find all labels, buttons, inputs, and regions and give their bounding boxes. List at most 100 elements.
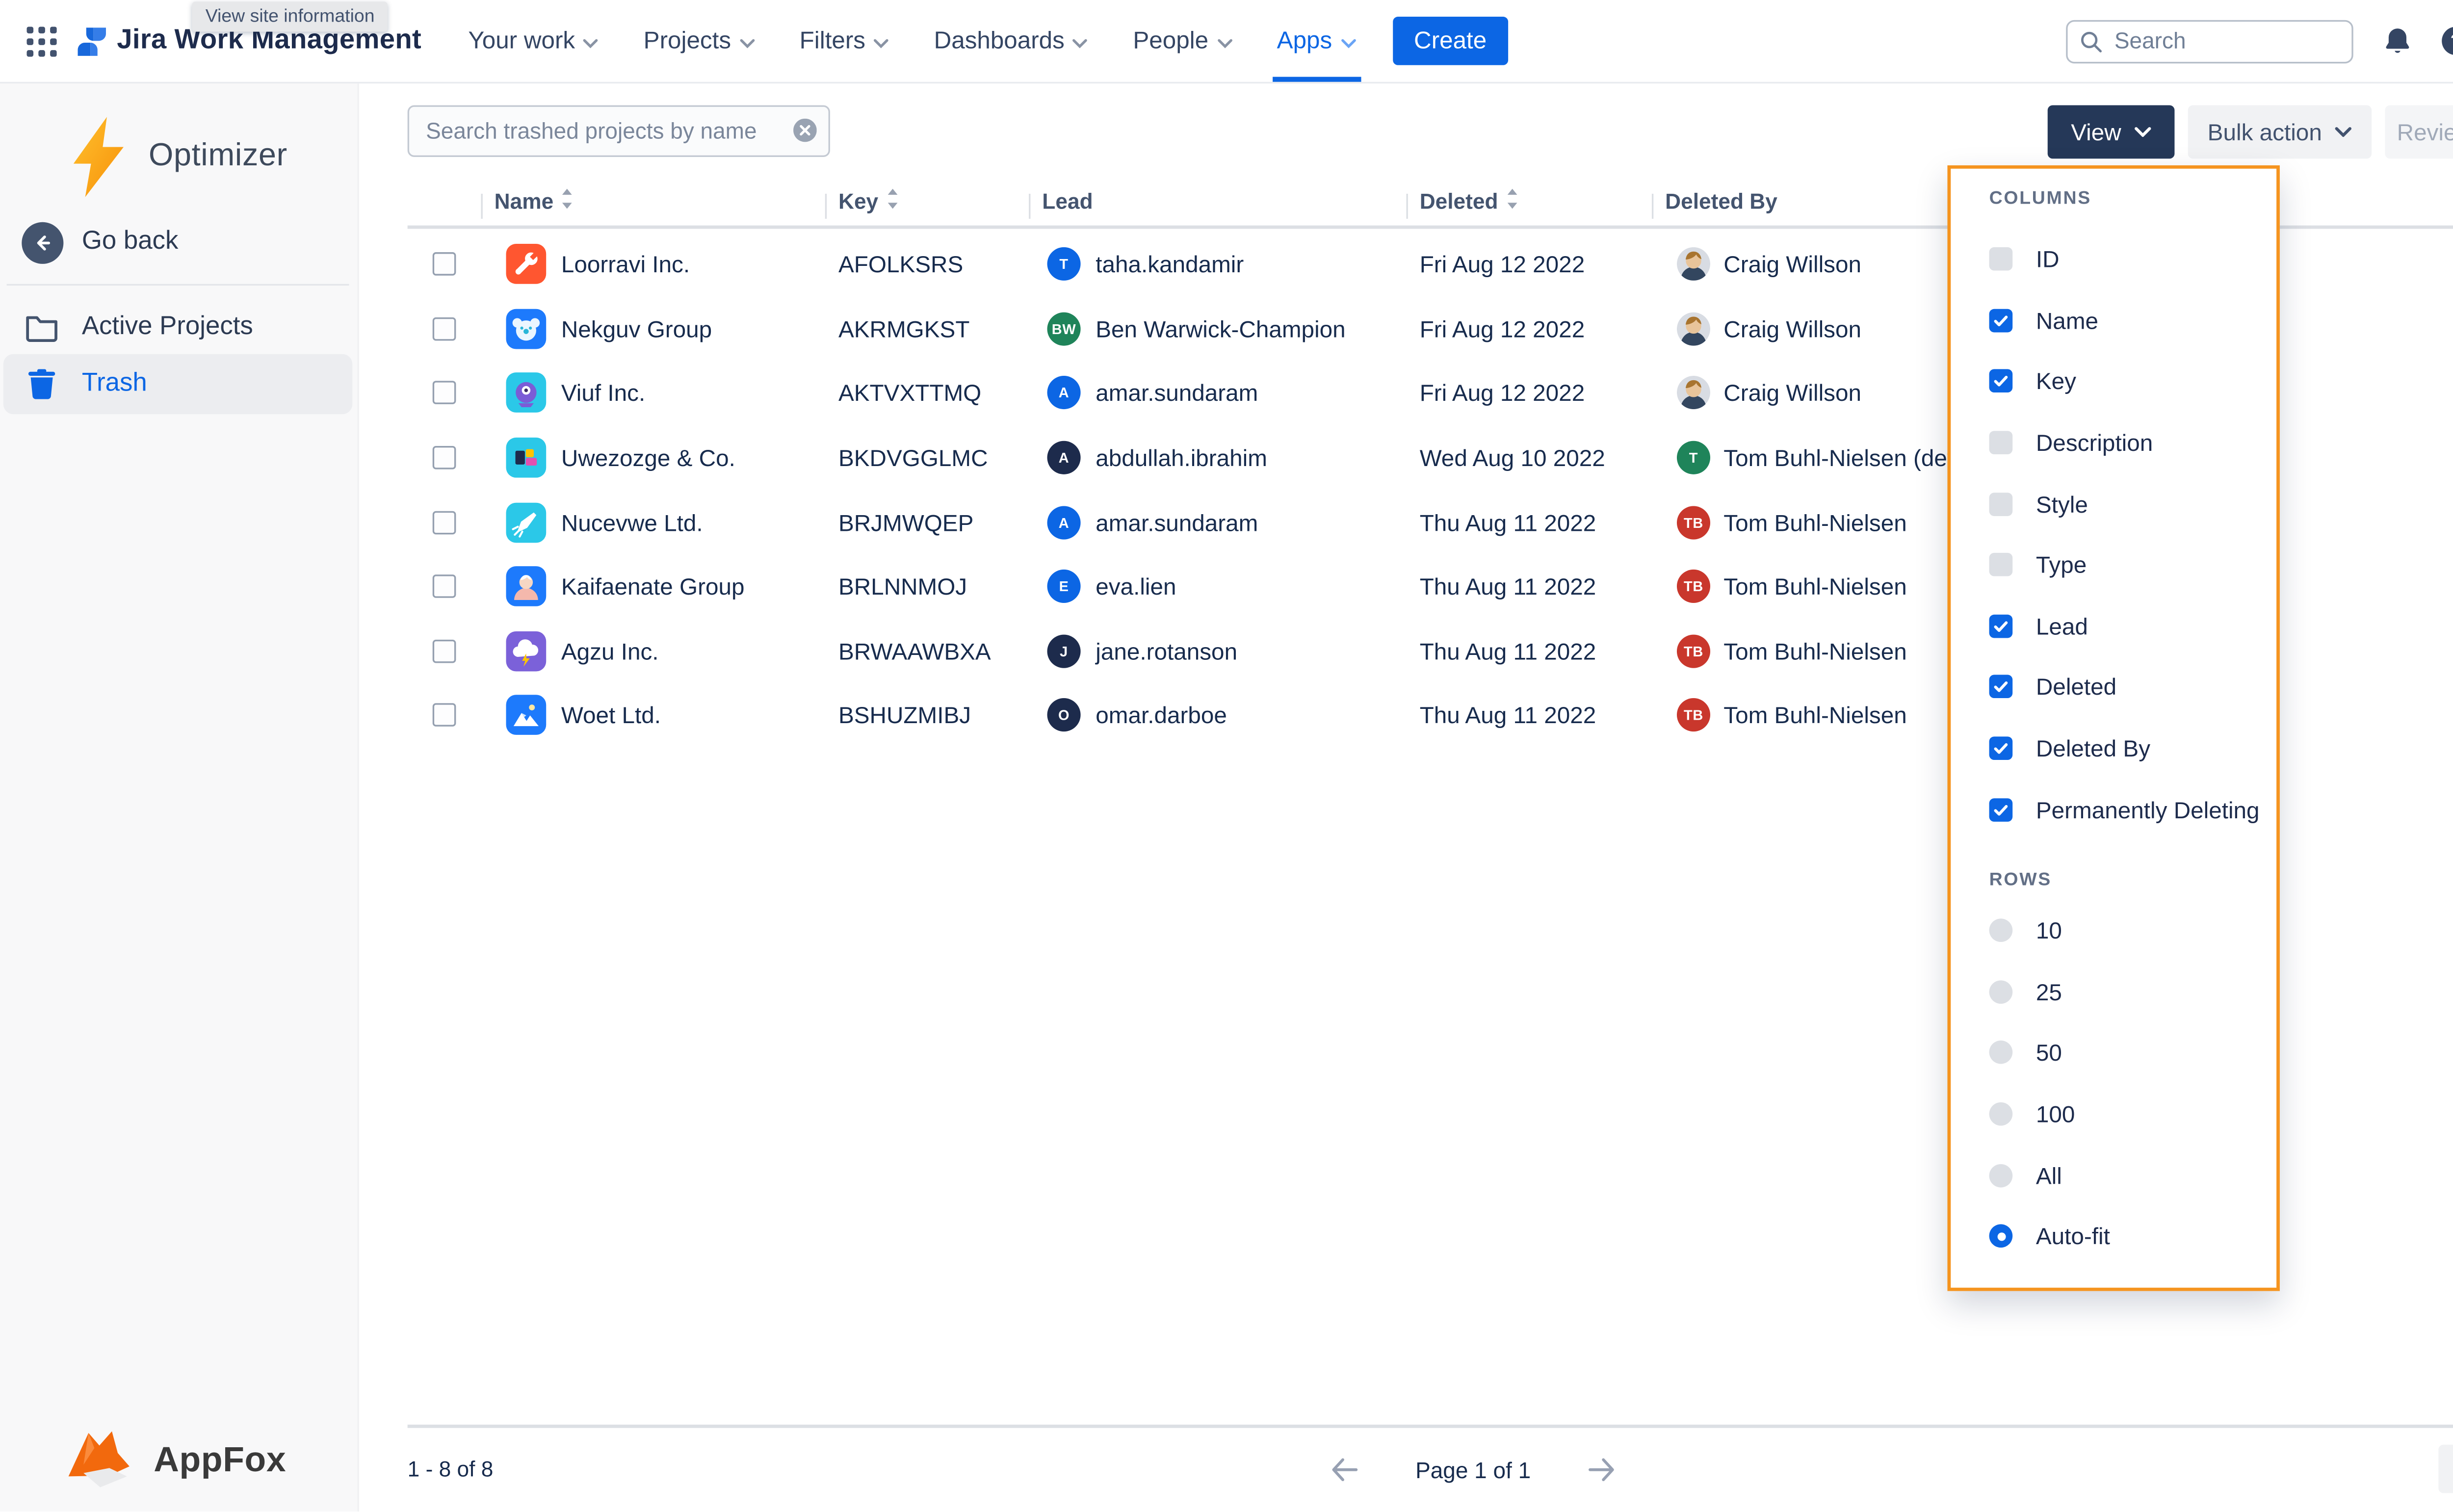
bulk-action-label: Bulk action bbox=[2208, 119, 2322, 145]
column-header-name[interactable]: Name bbox=[495, 189, 574, 214]
checkbox-icon[interactable] bbox=[1989, 370, 2013, 393]
view-button[interactable]: View bbox=[2048, 105, 2175, 158]
rows-option-50[interactable]: 50 bbox=[1989, 1022, 2260, 1084]
nav-item-people[interactable]: People bbox=[1133, 0, 1231, 82]
checkbox-icon[interactable] bbox=[1989, 431, 2013, 455]
chevron-down-icon bbox=[874, 38, 889, 48]
lead-name: Ben Warwick-Champion bbox=[1096, 315, 1345, 342]
nav-item-label: Filters bbox=[800, 27, 865, 54]
nav-item-filters[interactable]: Filters bbox=[800, 0, 889, 82]
nav-item-label: Your work bbox=[468, 27, 575, 54]
column-toggle-deleted-by[interactable]: Deleted By bbox=[1989, 718, 2260, 779]
review-changes-button[interactable]: Review changes bbox=[2385, 105, 2453, 158]
jira-logo-icon[interactable] bbox=[77, 26, 107, 56]
next-page-button[interactable] bbox=[1582, 1450, 1622, 1490]
column-header-deleted[interactable]: Deleted bbox=[1420, 189, 1518, 214]
sidebar-item-active-projects[interactable]: Active Projects bbox=[3, 297, 353, 358]
lead-avatar: E bbox=[1047, 570, 1081, 603]
trash-search-input[interactable] bbox=[408, 105, 830, 157]
project-name[interactable]: Nekguv Group bbox=[561, 315, 712, 342]
clear-search-icon[interactable] bbox=[793, 119, 817, 142]
checkbox-icon[interactable] bbox=[1989, 736, 2013, 760]
checkbox-icon[interactable] bbox=[1989, 492, 2013, 516]
project-avatar bbox=[506, 696, 547, 736]
app-switcher-icon[interactable] bbox=[20, 19, 64, 63]
column-header-deleted-by[interactable]: Deleted By bbox=[1665, 189, 1777, 214]
column-header-key[interactable]: Key bbox=[838, 189, 898, 214]
row-checkbox[interactable] bbox=[433, 511, 456, 534]
column-toggle-id[interactable]: ID bbox=[1989, 229, 2260, 290]
checkbox-icon[interactable] bbox=[1989, 798, 2013, 821]
radio-icon[interactable] bbox=[1989, 980, 2013, 1004]
nav-item-dashboards[interactable]: Dashboards bbox=[934, 0, 1088, 82]
rows-option-10[interactable]: 10 bbox=[1989, 900, 2260, 962]
radio-icon[interactable] bbox=[1989, 1102, 2013, 1126]
rows-option-label: All bbox=[2036, 1162, 2062, 1188]
nav-item-apps[interactable]: Apps bbox=[1277, 0, 1356, 82]
project-name[interactable]: Kaifaenate Group bbox=[561, 574, 745, 600]
rows-option-100[interactable]: 100 bbox=[1989, 1083, 2260, 1145]
project-name[interactable]: Woet Ltd. bbox=[561, 702, 661, 729]
appfox-logo: AppFox bbox=[60, 1429, 287, 1495]
bulk-action-button[interactable]: Bulk action bbox=[2188, 105, 2372, 158]
column-toggle-type[interactable]: Type bbox=[1989, 534, 2260, 596]
nav-item-projects[interactable]: Projects bbox=[644, 0, 755, 82]
lead-avatar: A bbox=[1047, 441, 1081, 474]
column-toggle-permanently-deleting[interactable]: Permanently Deleting bbox=[1989, 779, 2260, 840]
column-toggle-key[interactable]: Key bbox=[1989, 351, 2260, 413]
project-name[interactable]: Uwezozge & Co. bbox=[561, 444, 735, 471]
project-name[interactable]: Agzu Inc. bbox=[561, 638, 659, 664]
review-changes-label: Review changes bbox=[2397, 119, 2453, 145]
checkbox-icon[interactable] bbox=[1989, 676, 2013, 699]
lead-name: amar.sundaram bbox=[1096, 380, 1258, 406]
checkbox-icon[interactable] bbox=[1989, 309, 2013, 332]
column-toggle-name[interactable]: Name bbox=[1989, 290, 2260, 351]
rows-option-25[interactable]: 25 bbox=[1989, 961, 2260, 1022]
deleted-date: Thu Aug 11 2022 bbox=[1420, 638, 1596, 664]
export-button[interactable]: Export bbox=[2438, 1445, 2453, 1493]
go-back-button[interactable]: Go back bbox=[22, 220, 344, 264]
project-name[interactable]: Viuf Inc. bbox=[561, 380, 645, 406]
rows-option-auto-fit[interactable]: Auto-fit bbox=[1989, 1206, 2260, 1267]
column-header-lead[interactable]: Lead bbox=[1042, 189, 1093, 214]
column-toggle-label: Description bbox=[2036, 429, 2153, 456]
project-name[interactable]: Loorravi Inc. bbox=[561, 251, 690, 278]
help-icon[interactable]: ? bbox=[2442, 26, 2453, 55]
row-checkbox[interactable] bbox=[433, 253, 456, 276]
row-checkbox[interactable] bbox=[433, 446, 456, 469]
project-avatar bbox=[506, 373, 547, 414]
row-checkbox[interactable] bbox=[433, 639, 456, 663]
create-button[interactable]: Create bbox=[1392, 17, 1509, 65]
project-name[interactable]: Nucevwe Ltd. bbox=[561, 509, 703, 535]
radio-icon[interactable] bbox=[1989, 1163, 2013, 1187]
row-checkbox[interactable] bbox=[433, 575, 456, 599]
view-menu: COLUMNS ID Name Key Description Style Ty… bbox=[1947, 165, 2279, 1291]
radio-icon[interactable] bbox=[1989, 1225, 2013, 1248]
column-separator bbox=[1406, 194, 1408, 219]
lead-avatar: A bbox=[1047, 377, 1081, 410]
row-checkbox[interactable] bbox=[433, 317, 456, 340]
column-toggle-style[interactable]: Style bbox=[1989, 473, 2260, 535]
column-toggle-description[interactable]: Description bbox=[1989, 412, 2260, 473]
row-checkbox[interactable] bbox=[433, 704, 456, 728]
rows-option-label: 10 bbox=[2036, 917, 2062, 944]
rows-section-label: ROWS bbox=[1989, 870, 2260, 890]
checkbox-icon[interactable] bbox=[1989, 248, 2013, 271]
lead-avatar: BW bbox=[1047, 312, 1081, 345]
fox-icon bbox=[60, 1429, 140, 1495]
column-toggle-lead[interactable]: Lead bbox=[1989, 596, 2260, 657]
checkbox-icon[interactable] bbox=[1989, 553, 2013, 577]
radio-icon[interactable] bbox=[1989, 919, 2013, 942]
sidebar-item-trash[interactable]: Trash bbox=[3, 354, 353, 415]
radio-icon[interactable] bbox=[1989, 1041, 2013, 1065]
nav-item-your-work[interactable]: Your work bbox=[468, 0, 598, 82]
global-search-input[interactable] bbox=[2066, 19, 2353, 63]
row-checkbox[interactable] bbox=[433, 382, 456, 405]
lightning-bolt-icon bbox=[70, 117, 127, 197]
notifications-icon[interactable] bbox=[2383, 26, 2412, 55]
checkbox-icon[interactable] bbox=[1989, 614, 2013, 638]
column-header-label: Key bbox=[838, 189, 878, 214]
rows-option-all[interactable]: All bbox=[1989, 1145, 2260, 1206]
column-toggle-deleted[interactable]: Deleted bbox=[1989, 656, 2260, 718]
previous-page-button[interactable] bbox=[1325, 1450, 1365, 1490]
